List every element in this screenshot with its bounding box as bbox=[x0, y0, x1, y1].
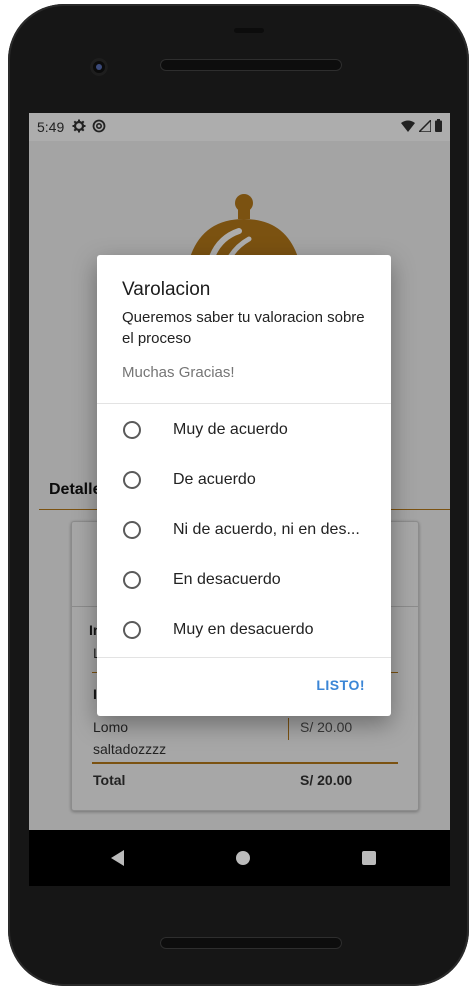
earpiece-slit bbox=[234, 28, 264, 33]
listo-button[interactable]: LISTO! bbox=[316, 677, 365, 693]
back-icon[interactable] bbox=[111, 850, 124, 866]
option-neutral[interactable]: Ni de acuerdo, ni en des... bbox=[97, 505, 391, 555]
option-muy-de-acuerdo[interactable]: Muy de acuerdo bbox=[97, 405, 391, 455]
option-de-acuerdo[interactable]: De acuerdo bbox=[97, 455, 391, 505]
option-label: Muy de acuerdo bbox=[173, 421, 288, 438]
option-en-desacuerdo[interactable]: En desacuerdo bbox=[97, 555, 391, 605]
dialog-message: Queremos saber tu valoracion sobre el pr… bbox=[122, 309, 365, 347]
home-icon[interactable] bbox=[236, 851, 250, 865]
navigation-bar bbox=[29, 830, 450, 886]
top-speaker bbox=[160, 59, 342, 71]
option-label: En desacuerdo bbox=[173, 571, 281, 588]
front-camera bbox=[90, 58, 108, 76]
dialog-bottom-divider bbox=[97, 657, 391, 658]
radio-unselected-icon[interactable] bbox=[123, 471, 141, 489]
option-muy-en-desacuerdo[interactable]: Muy en desacuerdo bbox=[97, 605, 391, 655]
radio-unselected-icon[interactable] bbox=[123, 421, 141, 439]
radio-unselected-icon[interactable] bbox=[123, 621, 141, 639]
dialog-title: Varolacion bbox=[122, 279, 211, 300]
option-label: De acuerdo bbox=[173, 471, 256, 488]
radio-unselected-icon[interactable] bbox=[123, 521, 141, 539]
radio-unselected-icon[interactable] bbox=[123, 571, 141, 589]
recents-icon[interactable] bbox=[362, 851, 376, 865]
dialog-thanks: Muchas Gracias! bbox=[122, 364, 235, 381]
device-screen: 5:49 Detalle In I Lomo saltadozzzz S/ 20… bbox=[29, 113, 450, 830]
dialog-top-divider bbox=[97, 403, 391, 404]
bottom-speaker bbox=[160, 937, 342, 949]
option-label: Ni de acuerdo, ni en des... bbox=[173, 521, 360, 538]
rating-dialog: Varolacion Queremos saber tu valoracion … bbox=[97, 255, 391, 716]
option-label: Muy en desacuerdo bbox=[173, 621, 314, 638]
